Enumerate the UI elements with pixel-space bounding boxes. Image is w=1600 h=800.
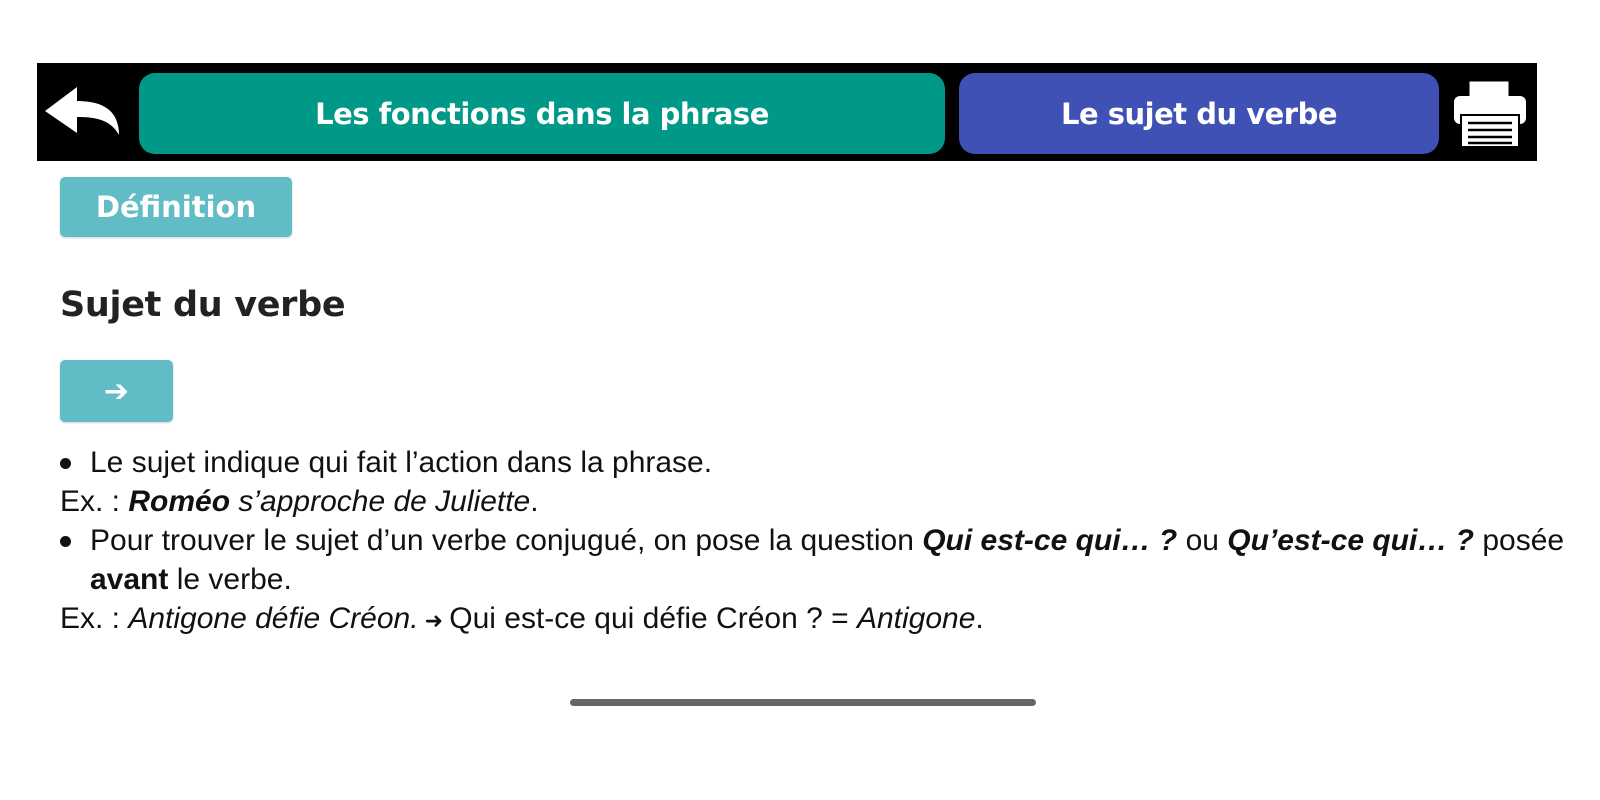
bullet-dot: [60, 458, 71, 469]
bullet-text: Le sujet indique qui fait l’action dans …: [90, 446, 713, 479]
example-prefix: Ex. :: [60, 485, 129, 518]
question-phrase: Qui est-ce qui… ?: [922, 524, 1178, 557]
bullet-dot: [60, 536, 71, 547]
example-question: Qui est-ce qui défie Créon ? =: [449, 602, 857, 635]
example-rest: s’approche de Juliette: [230, 485, 531, 518]
definition-button-label: Définition: [95, 190, 257, 224]
example-prefix: Ex. :: [60, 602, 129, 635]
lesson-title-button[interactable]: Le sujet du verbe: [959, 73, 1439, 154]
small-arrow-icon: ➜: [418, 608, 450, 633]
example-sentence: Antigone défie Créon.: [128, 602, 419, 635]
print-button[interactable]: [1451, 79, 1529, 149]
example-line: Ex. : Antigone défie Créon. ➜ Qui est-ce…: [60, 599, 1570, 640]
example-end: .: [530, 485, 539, 518]
section-title: Sujet du verbe: [60, 285, 346, 325]
bullet-item: Pour trouver le sujet d’un verbe conjugu…: [60, 521, 1570, 599]
back-button[interactable]: [43, 83, 123, 143]
question-phrase: Qu’est-ce qui… ?: [1227, 524, 1474, 557]
example-answer: Antigone: [856, 602, 976, 635]
bullet-text-part: le verbe.: [168, 563, 292, 596]
bullet-text-part: ou: [1177, 524, 1228, 557]
chapter-title-label: Les fonctions dans la phrase: [315, 96, 769, 131]
bullet-text-part: posée: [1474, 524, 1565, 557]
chapter-title-button[interactable]: Les fonctions dans la phrase: [139, 73, 945, 154]
bullet-text-part: Pour trouver le sujet d’un verbe conjugu…: [90, 524, 923, 557]
right-arrow-icon: ➔: [103, 373, 130, 409]
lesson-content: Le sujet indique qui fait l’action dans …: [60, 443, 1570, 640]
printer-icon: [1454, 80, 1526, 148]
next-button[interactable]: ➔: [60, 360, 173, 422]
definition-button[interactable]: Définition: [60, 177, 292, 237]
example-end: .: [975, 602, 984, 635]
back-arrow-icon: [45, 87, 119, 135]
lesson-title-label: Le sujet du verbe: [1060, 96, 1338, 131]
example-line: Ex. : Roméo s’approche de Juliette.: [60, 482, 1570, 521]
bullet-item: Le sujet indique qui fait l’action dans …: [60, 443, 1570, 482]
home-indicator[interactable]: [570, 699, 1036, 706]
example-subject: Roméo: [128, 485, 231, 518]
emphasis-word: avant: [90, 563, 169, 596]
top-navigation-bar: Les fonctions dans la phrase Le sujet du…: [37, 63, 1537, 161]
